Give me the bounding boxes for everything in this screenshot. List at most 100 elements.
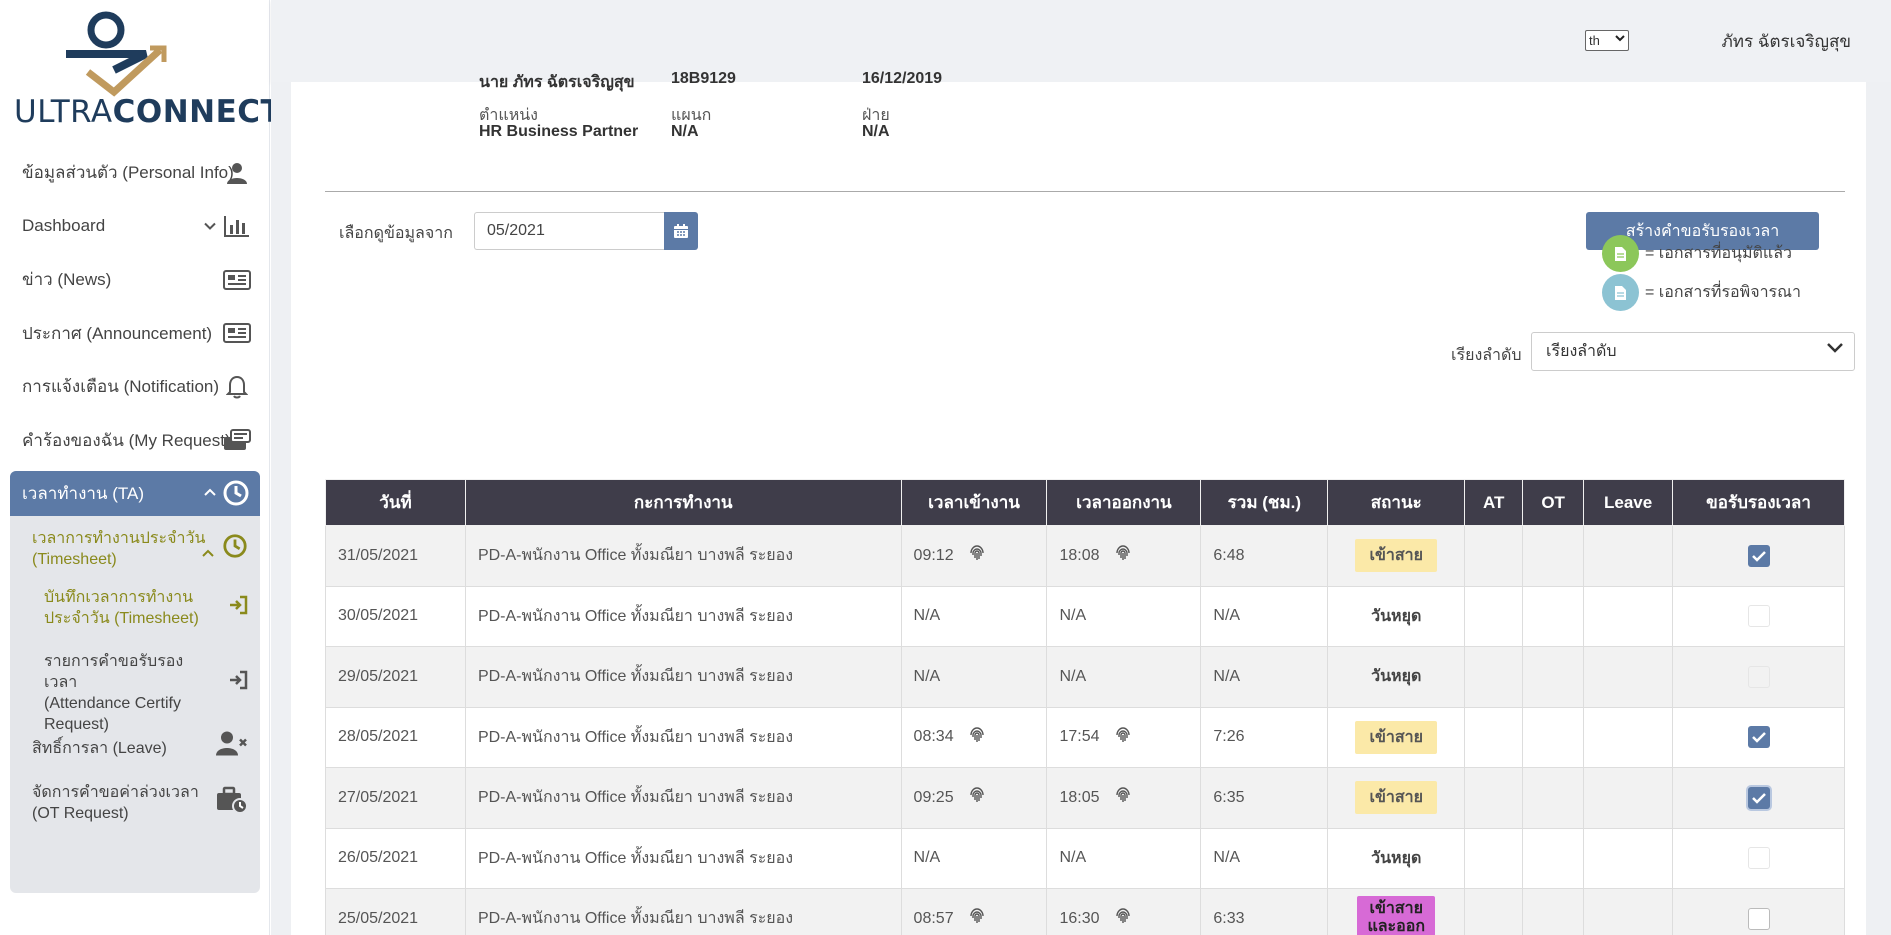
sidebar-item-label: ข่าว (News) bbox=[22, 270, 112, 290]
certify-cell bbox=[1672, 767, 1845, 829]
fingerprint-icon bbox=[968, 726, 986, 749]
column-header[interactable]: รวม (ชม.) bbox=[1200, 479, 1329, 526]
time-out-value: 18:05 bbox=[1059, 788, 1100, 806]
sort-select[interactable]: เรียงลำดับ bbox=[1531, 332, 1855, 371]
time-in-cell: N/A bbox=[900, 585, 1048, 647]
sidebar-item-label: การแจ้งเตือน (Notification) bbox=[22, 377, 220, 397]
certify-cell bbox=[1672, 706, 1845, 768]
sidebar-item-label: Dashboard bbox=[22, 216, 106, 236]
ta-menu-group: เวลาทำงาน (TA) เวลาการทำงานประจำวัน (Tim… bbox=[10, 471, 260, 893]
ultra-connect-logo[interactable]: ULTRACONNECT bbox=[14, 8, 282, 130]
certify-cell bbox=[1672, 827, 1845, 889]
logo-text: ULTRACONNECT bbox=[14, 94, 283, 130]
bar-chart-icon bbox=[222, 211, 252, 241]
month-input[interactable]: 05/2021 bbox=[474, 212, 664, 250]
sidebar: ULTRACONNECT ข้อมูลส่วนตัว (Personal Inf… bbox=[0, 0, 282, 935]
certify-checkbox[interactable] bbox=[1747, 726, 1770, 749]
ot-cell bbox=[1522, 827, 1585, 889]
column-header[interactable]: สถานะ bbox=[1327, 479, 1466, 526]
total-hours-cell: N/A bbox=[1200, 585, 1329, 647]
shift-cell: PD-A-พนักงาน Office ทั้งมณียา บางพลี ระย… bbox=[464, 767, 902, 829]
certify-cell bbox=[1672, 646, 1845, 708]
at-cell bbox=[1464, 525, 1524, 587]
table-row[interactable]: 28/05/2021 PD-A-พนักงาน Office ทั้งมณียา… bbox=[325, 706, 1845, 768]
user-menu[interactable]: ภัทร ฉัตรเจริญสุข bbox=[1722, 28, 1851, 55]
leave-cell bbox=[1583, 706, 1674, 768]
sidebar-item-dashboard[interactable]: Dashboard bbox=[10, 200, 260, 254]
sidebar-item-label: จัดการคำขอค่าล่วงเวลา bbox=[32, 784, 199, 801]
sidebar-item-timesheet[interactable]: เวลาการทำงานประจำวัน (Timesheet) bbox=[10, 528, 260, 570]
table-row[interactable]: 29/05/2021 PD-A-พนักงาน Office ทั้งมณียา… bbox=[325, 646, 1845, 708]
certify-checkbox[interactable] bbox=[1747, 786, 1770, 809]
status-badge: เข้าสาย bbox=[1355, 720, 1437, 754]
newspaper-icon bbox=[222, 318, 252, 348]
sidebar-item-ot-request[interactable]: จัดการคำขอค่าล่วงเวลา (OT Request) bbox=[10, 782, 260, 824]
ot-cell bbox=[1522, 888, 1585, 935]
sidebar-item-personal-info[interactable]: ข้อมูลส่วนตัว (Personal Info) bbox=[10, 146, 260, 200]
sidebar-item-notification[interactable]: การแจ้งเตือน (Notification) bbox=[10, 360, 260, 414]
table-row[interactable]: 26/05/2021 PD-A-พนักงาน Office ทั้งมณียา… bbox=[325, 827, 1845, 889]
table-row[interactable]: 31/05/2021 PD-A-พนักงาน Office ทั้งมณียา… bbox=[325, 525, 1845, 587]
shift-cell: PD-A-พนักงาน Office ทั้งมณียา บางพลี ระย… bbox=[464, 706, 902, 768]
sidebar-item-label: ประกาศ (Announcement) bbox=[22, 323, 213, 343]
sort-select-value: เรียงลำดับ bbox=[1546, 343, 1617, 360]
column-header[interactable]: เวลาเข้างาน bbox=[900, 479, 1048, 526]
shift-cell: PD-A-พนักงาน Office ทั้งมณียา บางพลี ระย… bbox=[464, 525, 902, 587]
inbox-icon bbox=[222, 425, 252, 455]
column-header[interactable]: กะการทำงาน bbox=[464, 479, 902, 526]
sidebar-item-label: คำร้องของฉัน (My Request) bbox=[22, 430, 231, 450]
column-header[interactable]: วันที่ bbox=[325, 479, 466, 526]
sidebar-item-leave[interactable]: สิทธิ์การลา (Leave) bbox=[10, 731, 260, 764]
column-header[interactable]: Leave bbox=[1583, 479, 1674, 526]
timesheet-panel: นาย ภัทร ฉัตรเจริญสุข 18B9129 16/12/2019… bbox=[291, 70, 1866, 935]
column-header[interactable]: OT bbox=[1522, 479, 1585, 526]
table-row[interactable]: 25/05/2021 PD-A-พนักงาน Office ทั้งมณียา… bbox=[325, 888, 1845, 935]
section-value: N/A bbox=[671, 123, 699, 140]
sidebar-item-ta[interactable]: เวลาทำงาน (TA) bbox=[10, 471, 260, 516]
date-cell: 29/05/2021 bbox=[325, 646, 466, 708]
ot-cell bbox=[1522, 585, 1585, 647]
employee-start-date: 16/12/2019 bbox=[862, 70, 943, 87]
time-in-cell: 09:25 bbox=[900, 767, 1048, 829]
time-out-value: 16:30 bbox=[1059, 909, 1100, 927]
column-header[interactable]: AT bbox=[1464, 479, 1524, 526]
leave-cell bbox=[1583, 525, 1674, 587]
sidebar-item-label: ประจำวัน (Timesheet) bbox=[44, 610, 199, 627]
ot-cell bbox=[1522, 646, 1585, 708]
leave-cell bbox=[1583, 646, 1674, 708]
column-header[interactable]: ขอรับรองเวลา bbox=[1672, 479, 1845, 526]
sidebar-item-record-timesheet[interactable]: บันทึกเวลาการทำงาน ประจำวัน (Timesheet) bbox=[10, 587, 260, 629]
time-in-value: 09:12 bbox=[913, 546, 954, 564]
fingerprint-icon bbox=[1114, 786, 1132, 809]
newspaper-icon bbox=[222, 265, 252, 295]
date-cell: 27/05/2021 bbox=[325, 767, 466, 829]
sidebar-item-news[interactable]: ข่าว (News) bbox=[10, 253, 260, 307]
shift-cell: PD-A-พนักงาน Office ทั้งมณียา บางพลี ระย… bbox=[464, 646, 902, 708]
sidebar-item-attendance-certify[interactable]: รายการคำขอรับรองเวลา (Attendance Certify… bbox=[10, 651, 260, 733]
time-out-cell: 17:54 bbox=[1046, 706, 1202, 768]
calendar-button[interactable] bbox=[664, 212, 698, 250]
sidebar-item-label: รายการคำขอรับรองเวลา bbox=[44, 653, 184, 691]
timesheet-table: วันที่ กะการทำงาน เวลาเข้างาน เวลาออกงาน… bbox=[325, 479, 1845, 935]
certify-checkbox[interactable] bbox=[1747, 544, 1770, 567]
fingerprint-icon bbox=[968, 544, 986, 567]
sidebar-item-announcement[interactable]: ประกาศ (Announcement) bbox=[10, 307, 260, 361]
language-select[interactable]: th bbox=[1585, 30, 1629, 51]
column-header[interactable]: เวลาออกงาน bbox=[1046, 479, 1202, 526]
at-cell bbox=[1464, 767, 1524, 829]
time-in-cell: N/A bbox=[900, 827, 1048, 889]
status-badge: วันหยุด bbox=[1371, 849, 1422, 867]
date-cell: 25/05/2021 bbox=[325, 888, 466, 935]
status-badge-line: และออก bbox=[1367, 917, 1426, 935]
status-badge: เข้าสาย และออก bbox=[1357, 895, 1436, 935]
sidebar-item-my-request[interactable]: คำร้องของฉัน (My Request) bbox=[10, 414, 260, 468]
table-row[interactable]: 30/05/2021 PD-A-พนักงาน Office ทั้งมณียา… bbox=[325, 585, 1845, 647]
total-hours-cell: 6:48 bbox=[1200, 525, 1329, 587]
certify-checkbox[interactable] bbox=[1747, 907, 1770, 930]
table-row[interactable]: 27/05/2021 PD-A-พนักงาน Office ทั้งมณียา… bbox=[325, 767, 1845, 829]
ot-cell bbox=[1522, 706, 1585, 768]
sidebar-nav: ข้อมูลส่วนตัว (Personal Info) Dashboard … bbox=[10, 146, 260, 467]
shift-cell: PD-A-พนักงาน Office ทั้งมณียา บางพลี ระย… bbox=[464, 585, 902, 647]
at-cell bbox=[1464, 646, 1524, 708]
fingerprint-icon bbox=[1114, 726, 1132, 749]
